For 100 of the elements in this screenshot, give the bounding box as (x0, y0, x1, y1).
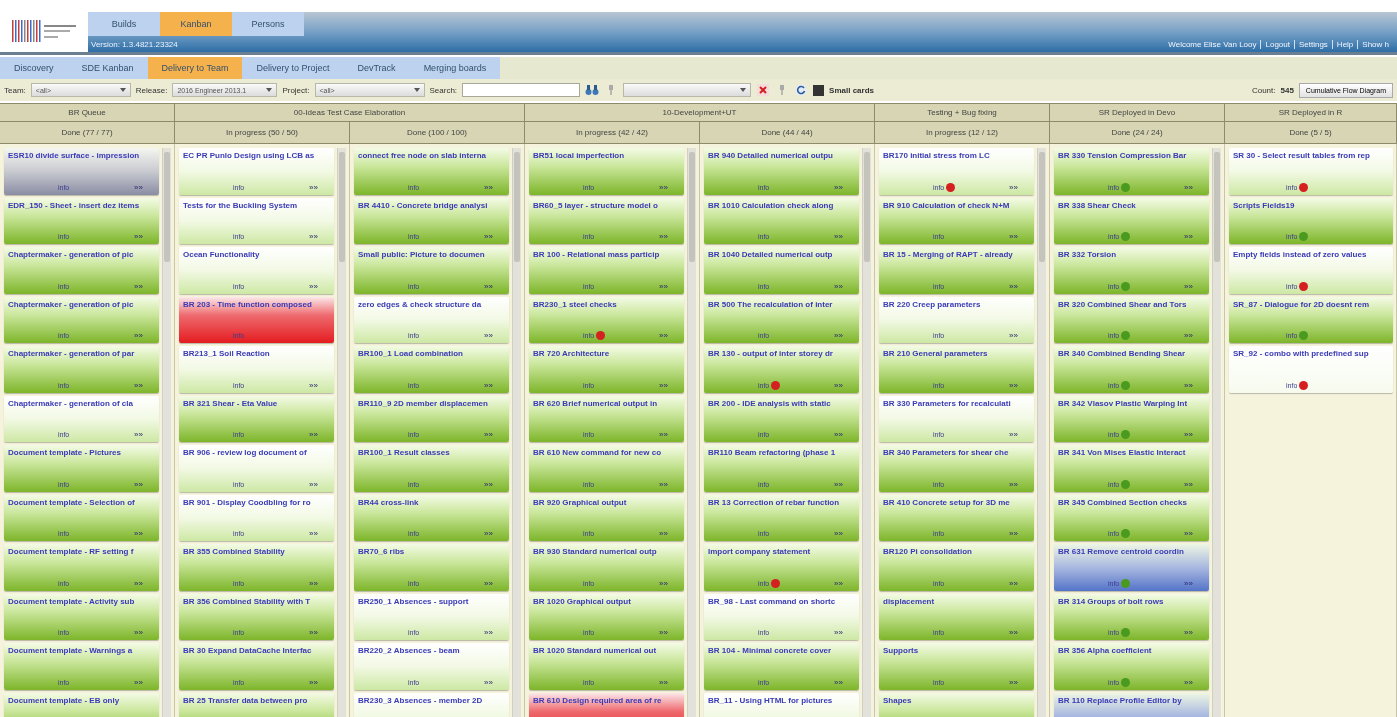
kanban-card[interactable]: BR 25 Transfer data between pro (179, 692, 334, 717)
move-link[interactable]: »» (484, 232, 493, 241)
move-link[interactable]: »» (484, 281, 493, 291)
user-link[interactable]: Settings (1293, 39, 1332, 49)
user-link[interactable]: Welcome Elise Van Looy (1164, 39, 1261, 49)
move-link[interactable]: »» (834, 281, 843, 291)
move-link[interactable]: »» (659, 677, 668, 687)
move-link[interactable]: »» (1184, 578, 1193, 588)
move-link[interactable]: »» (1009, 281, 1018, 291)
move-link[interactable]: »» (134, 331, 143, 340)
move-link[interactable]: »» (134, 628, 143, 637)
move-link[interactable]: »» (134, 677, 143, 687)
move-link[interactable]: »» (659, 628, 668, 637)
scrollbar[interactable] (337, 148, 346, 717)
move-link[interactable]: »» (309, 677, 318, 687)
move-link[interactable]: »» (1009, 331, 1018, 340)
move-link[interactable]: »» (309, 232, 318, 241)
move-link[interactable]: »» (1184, 677, 1193, 687)
small-cards-checkbox[interactable] (813, 84, 825, 96)
kanban-card[interactable]: BR 610 Design required area of re (529, 692, 684, 717)
move-link[interactable]: »» (1009, 380, 1018, 390)
scrollbar[interactable] (862, 148, 871, 717)
move-link[interactable]: »» (1184, 529, 1193, 538)
move-link[interactable]: »» (834, 578, 843, 588)
move-link[interactable]: »» (484, 479, 493, 489)
move-link[interactable]: »» (1184, 331, 1193, 340)
move-link[interactable]: »» (834, 529, 843, 538)
move-link[interactable]: »» (484, 182, 493, 192)
move-link[interactable]: »» (134, 182, 143, 192)
move-link[interactable]: »» (834, 479, 843, 489)
move-link[interactable]: »» (134, 232, 143, 241)
move-link[interactable]: »» (834, 430, 843, 439)
move-link[interactable]: »» (484, 380, 493, 390)
refresh-icon[interactable] (794, 83, 809, 97)
move-link[interactable]: »» (134, 281, 143, 291)
board-tab[interactable]: Delivery to Team (147, 57, 243, 79)
move-link[interactable]: »» (834, 182, 843, 192)
move-link[interactable]: »» (309, 529, 318, 538)
nav-tab[interactable]: Persons (232, 12, 304, 36)
binoculars-icon[interactable] (585, 83, 600, 97)
move-link[interactable]: »» (309, 479, 318, 489)
move-link[interactable]: »» (1184, 281, 1193, 291)
move-link[interactable]: »» (309, 281, 318, 291)
board-tab[interactable]: Merging boards (409, 57, 501, 79)
search-field[interactable] (462, 83, 581, 97)
kanban-card[interactable]: Document template - EB only (4, 692, 159, 717)
move-link[interactable]: »» (484, 628, 493, 637)
move-link[interactable]: »» (309, 430, 318, 439)
kanban-card[interactable]: Shapes (879, 692, 1034, 717)
move-link[interactable]: »» (134, 430, 143, 439)
move-link[interactable]: »» (484, 529, 493, 538)
scrollbar[interactable] (512, 148, 521, 717)
move-link[interactable]: »» (659, 281, 668, 291)
move-link[interactable]: »» (834, 380, 843, 390)
move-link[interactable]: »» (309, 182, 318, 192)
move-link[interactable]: »» (484, 578, 493, 588)
board-tab[interactable]: Delivery to Project (242, 57, 344, 79)
move-link[interactable]: »» (309, 628, 318, 637)
move-link[interactable]: »» (659, 232, 668, 241)
move-link[interactable]: »» (834, 232, 843, 241)
move-link[interactable]: »» (1184, 182, 1193, 192)
move-link[interactable]: »» (1009, 182, 1018, 192)
move-link[interactable]: »» (484, 331, 493, 340)
scrollbar[interactable] (687, 148, 696, 717)
board-tab[interactable]: DevTrack (343, 57, 410, 79)
move-link[interactable]: »» (1184, 232, 1193, 241)
move-link[interactable]: »» (659, 479, 668, 489)
move-link[interactable]: »» (134, 578, 143, 588)
move-link[interactable]: »» (659, 430, 668, 439)
move-link[interactable]: »» (1009, 677, 1018, 687)
move-link[interactable]: »» (1009, 529, 1018, 538)
move-link[interactable]: »» (1009, 232, 1018, 241)
move-link[interactable]: »» (834, 628, 843, 637)
move-link[interactable]: »» (1009, 479, 1018, 489)
close-icon[interactable] (756, 83, 771, 97)
move-link[interactable]: »» (659, 529, 668, 538)
kanban-card[interactable]: BR_11 - Using HTML for pictures (704, 692, 859, 717)
move-link[interactable]: »» (134, 380, 143, 390)
move-link[interactable]: »» (484, 677, 493, 687)
move-link[interactable]: »» (1009, 430, 1018, 439)
user-link[interactable]: Help (1331, 39, 1358, 49)
move-link[interactable]: »» (659, 380, 668, 390)
user-link[interactable]: Show h (1357, 39, 1393, 49)
move-link[interactable]: »» (1184, 430, 1193, 439)
move-link[interactable]: »» (659, 578, 668, 588)
move-link[interactable]: »» (659, 331, 668, 340)
move-link[interactable]: »» (309, 578, 318, 588)
board-tab[interactable]: Discovery (0, 57, 68, 79)
scrollbar[interactable] (162, 148, 171, 717)
board-tab[interactable]: SDE Kanban (67, 57, 148, 79)
move-link[interactable]: »» (1184, 479, 1193, 489)
kanban-card[interactable]: BR 110 Replace Profile Editor by (1054, 692, 1209, 717)
move-link[interactable]: »» (134, 529, 143, 538)
move-link[interactable]: »» (834, 331, 843, 340)
filter-dropdown[interactable] (623, 83, 752, 97)
move-link[interactable]: »» (1184, 380, 1193, 390)
move-link[interactable]: »» (1184, 628, 1193, 637)
move-link[interactable]: »» (834, 677, 843, 687)
move-link[interactable]: »» (134, 479, 143, 489)
move-link[interactable]: »» (1009, 628, 1018, 637)
